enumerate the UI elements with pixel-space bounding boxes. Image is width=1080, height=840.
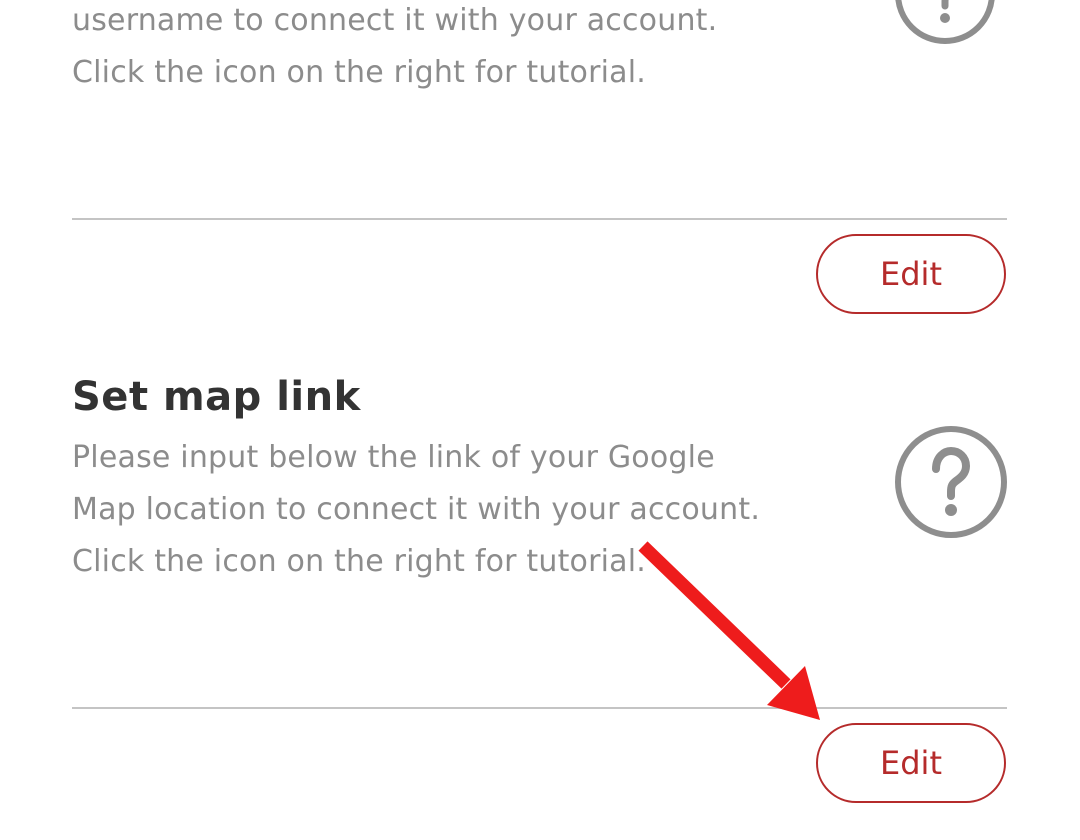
red-arrow-icon bbox=[638, 541, 820, 720]
